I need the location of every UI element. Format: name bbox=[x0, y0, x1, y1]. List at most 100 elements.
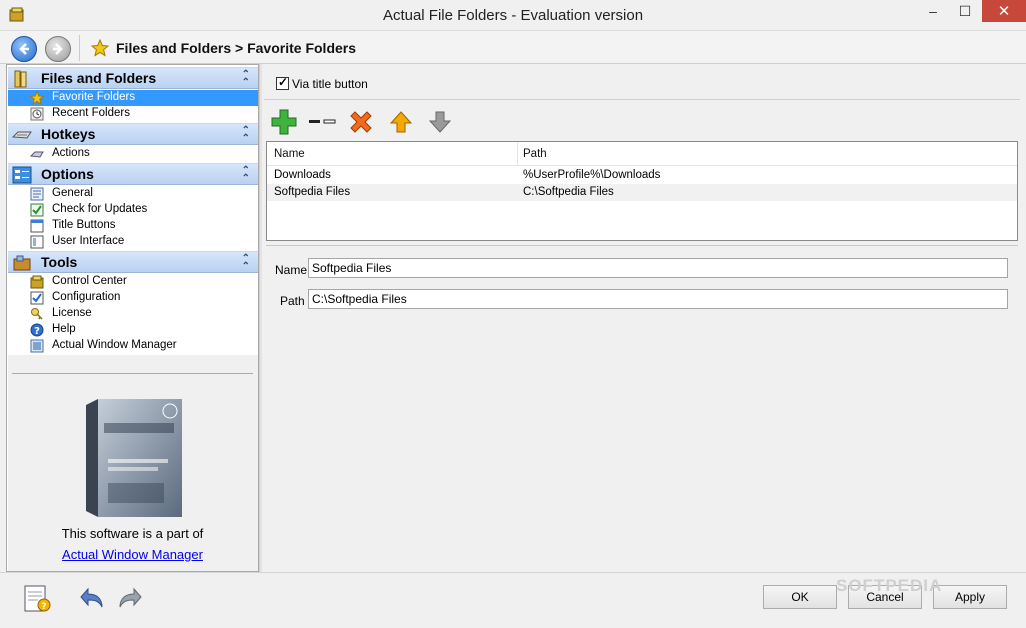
via-title-button-checkbox[interactable] bbox=[276, 75, 289, 90]
window-manager-icon bbox=[30, 339, 44, 353]
via-title-button-label: Via title button bbox=[292, 77, 368, 91]
svg-text:?: ? bbox=[41, 602, 46, 612]
user-interface-icon bbox=[30, 235, 44, 249]
collapse-icon[interactable]: ⌃ ⌃ bbox=[242, 126, 250, 144]
sidebar-item-label: Favorite Folders bbox=[52, 91, 136, 103]
collapse-icon[interactable]: ⌃ ⌃ bbox=[242, 70, 250, 88]
sidebar-item-actions[interactable]: Actions bbox=[8, 146, 258, 162]
title-bar: Actual File Folders - Evaluation version… bbox=[0, 0, 1026, 31]
breadcrumb: Files and Folders > Favorite Folders bbox=[116, 40, 357, 56]
sidebar-item-control-center[interactable]: Control Center bbox=[8, 274, 258, 290]
control-center-icon bbox=[30, 275, 44, 289]
sidebar-item-label: Configuration bbox=[52, 291, 121, 303]
navigation-bar: Files and Folders > Favorite Folders bbox=[0, 31, 1026, 64]
add-button[interactable] bbox=[270, 108, 298, 136]
delete-button[interactable] bbox=[347, 108, 375, 136]
maximize-button[interactable]: ☐ bbox=[949, 0, 981, 22]
sidebar-item-label: Actions bbox=[52, 147, 90, 159]
list-item[interactable]: Softpedia Files C:\Softpedia Files bbox=[267, 184, 1017, 201]
sidebar-item-favorite-folders[interactable]: Favorite Folders bbox=[8, 90, 258, 106]
sidebar-item-label: Control Center bbox=[52, 275, 127, 287]
group-options[interactable]: Options ⌃ ⌃ bbox=[8, 163, 258, 185]
forward-button[interactable] bbox=[45, 36, 71, 62]
separator-icon bbox=[309, 119, 336, 124]
clock-icon bbox=[30, 107, 44, 121]
sidebar-item-label: License bbox=[52, 307, 92, 319]
group-label: Options bbox=[41, 166, 94, 182]
column-separator[interactable] bbox=[517, 142, 518, 166]
back-arrow-icon bbox=[19, 43, 29, 55]
group-files-and-folders[interactable]: Files and Folders ⌃ ⌃ bbox=[8, 67, 258, 89]
undo-icon[interactable] bbox=[76, 583, 108, 615]
arrow-up-icon bbox=[389, 111, 413, 133]
column-header-name[interactable]: Name bbox=[274, 148, 305, 160]
sidebar-item-title-buttons[interactable]: Title Buttons bbox=[8, 218, 258, 234]
path-field[interactable] bbox=[308, 289, 1008, 309]
back-button[interactable] bbox=[11, 36, 37, 62]
sidebar-item-actual-window-manager[interactable]: Actual Window Manager bbox=[8, 338, 258, 354]
collapse-icon[interactable]: ⌃ ⌃ bbox=[242, 166, 250, 184]
watermark: SOFTPEDIA bbox=[836, 576, 943, 595]
title-buttons-icon bbox=[30, 219, 44, 233]
files-folders-icon bbox=[14, 70, 27, 88]
sidebar-item-configuration[interactable]: Configuration bbox=[8, 290, 258, 306]
list-item[interactable]: Downloads %UserProfile%\Downloads bbox=[267, 167, 1017, 184]
sidebar-item-license[interactable]: License bbox=[8, 306, 258, 322]
move-up-button[interactable] bbox=[387, 108, 415, 136]
star-icon bbox=[30, 91, 44, 105]
sidebar-item-label: Check for Updates bbox=[52, 203, 148, 215]
group-hotkeys[interactable]: Hotkeys ⌃ ⌃ bbox=[8, 123, 258, 145]
sidebar-item-label: Title Buttons bbox=[52, 219, 116, 231]
group-label: Hotkeys bbox=[41, 126, 96, 142]
updates-icon bbox=[30, 203, 44, 217]
sidebar-item-help[interactable]: ? Help bbox=[8, 322, 258, 338]
forward-arrow-icon bbox=[53, 43, 63, 55]
group-tools[interactable]: Tools ⌃ ⌃ bbox=[8, 251, 258, 273]
favorites-list[interactable]: Name Path Downloads %UserProfile%\Downlo… bbox=[266, 141, 1018, 241]
separator-button[interactable] bbox=[308, 108, 336, 136]
minimize-button[interactable]: – bbox=[917, 0, 949, 22]
group-label: Tools bbox=[41, 254, 78, 270]
sidebar-item-recent-folders[interactable]: Recent Folders bbox=[8, 106, 258, 122]
column-header-path[interactable]: Path bbox=[523, 148, 547, 160]
product-box-image bbox=[86, 399, 182, 517]
promo-link[interactable]: Actual Window Manager bbox=[0, 547, 265, 562]
svg-text:?: ? bbox=[34, 326, 40, 337]
main-panel: Via title button Name Path Downloads %Us… bbox=[260, 64, 1024, 572]
group-label: Files and Folders bbox=[41, 70, 157, 86]
minimize-icon: – bbox=[929, 3, 937, 19]
star-icon bbox=[91, 39, 109, 57]
license-icon bbox=[31, 308, 43, 320]
actions-icon bbox=[30, 151, 44, 158]
apply-button[interactable]: Apply bbox=[933, 585, 1007, 609]
keyboard-icon bbox=[12, 131, 32, 139]
close-button[interactable]: ✕ bbox=[982, 0, 1026, 22]
sidebar-item-label: General bbox=[52, 187, 93, 199]
options-icon bbox=[12, 166, 32, 184]
item-path: %UserProfile%\Downloads bbox=[523, 169, 661, 181]
promo-divider bbox=[12, 373, 253, 374]
item-name: Softpedia Files bbox=[274, 186, 351, 198]
redo-icon[interactable] bbox=[114, 583, 146, 615]
ok-button[interactable]: OK bbox=[763, 585, 837, 609]
sidebar-item-general[interactable]: General bbox=[8, 186, 258, 202]
move-down-button[interactable] bbox=[426, 108, 454, 136]
close-icon: ✕ bbox=[997, 3, 1011, 20]
help-icon: ? bbox=[30, 323, 44, 337]
item-path: C:\Softpedia Files bbox=[523, 186, 614, 198]
arrow-down-icon bbox=[428, 111, 452, 133]
name-field[interactable] bbox=[308, 258, 1008, 278]
tools-icon bbox=[13, 255, 31, 271]
promo-text: This software is a part of bbox=[61, 526, 204, 541]
sidebar-item-user-interface[interactable]: User Interface bbox=[8, 234, 258, 250]
sidebar-item-check-for-updates[interactable]: Check for Updates bbox=[8, 202, 258, 218]
path-label: Path bbox=[280, 294, 305, 308]
plus-icon bbox=[271, 109, 297, 135]
list-header: Name Path bbox=[267, 142, 1017, 166]
sidebar-item-label: Help bbox=[52, 323, 76, 335]
list-divider bbox=[266, 245, 1018, 246]
help-document-icon[interactable]: ? bbox=[22, 583, 54, 615]
general-icon bbox=[30, 187, 44, 201]
nav-separator bbox=[79, 35, 80, 61]
collapse-icon[interactable]: ⌃ ⌃ bbox=[242, 254, 250, 272]
